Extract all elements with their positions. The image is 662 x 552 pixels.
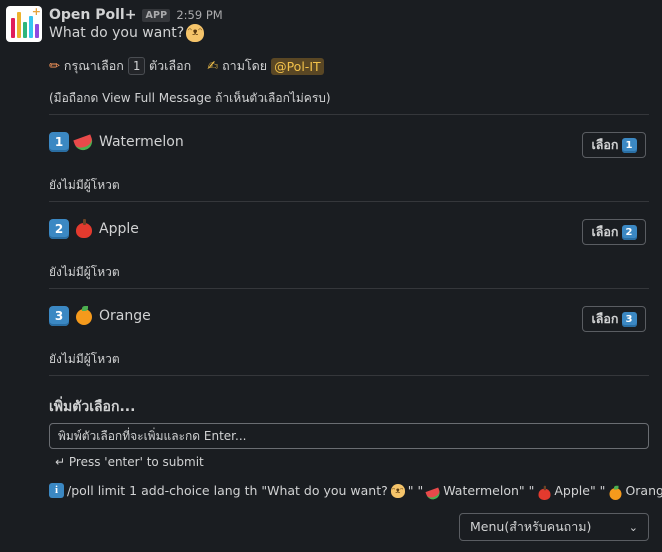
vote-button-2[interactable]: เลือก 2 (582, 219, 646, 245)
option-label: Apple (99, 221, 139, 237)
poll-question: What do you want? ᵔᴥᵔ (49, 24, 205, 42)
poll-meta: ✏ กรุณาเลือก 1 ตัวเลือก ✍ ถามโดย @Pol-IT (49, 56, 324, 76)
cat-icon: ᵔᴥᵔ (186, 24, 205, 42)
watermelon-icon (426, 485, 437, 496)
vote-button-1[interactable]: เลือก 1 (582, 132, 646, 158)
avatar-bar (23, 22, 27, 38)
divider (49, 201, 649, 202)
app-badge: APP (142, 8, 171, 22)
option-title: 2 Apple (49, 219, 139, 239)
mobile-hint: (มือถือกด View Full Message ถ้าเห็นตัวเล… (49, 91, 331, 105)
pencil-icon: ✏ (49, 58, 60, 74)
limit-value: 1 (127, 57, 146, 75)
chevron-down-icon: ⌄ (628, 520, 638, 534)
limit-prefix: กรุณาเลือก (63, 58, 124, 73)
add-choice-title: เพิ่มตัวเลือก... (49, 399, 136, 415)
avatar-bar (35, 24, 39, 38)
watermelon-icon (74, 132, 94, 152)
app-name[interactable]: Open Poll+ (49, 7, 136, 23)
user-mention[interactable]: @Pol-IT (271, 57, 324, 75)
divider (49, 114, 649, 115)
apple-icon (74, 219, 94, 239)
poll-menu-select[interactable]: Menu(สำหรับคนถาม) ⌄ (459, 513, 649, 541)
keycap-3-icon: 3 (49, 306, 69, 326)
orange-icon (74, 306, 94, 326)
plus-icon: + (31, 6, 41, 18)
poll-message: + Open Poll+ APP 2:59 PM What do you wan… (0, 0, 662, 552)
command-text: Orange" (625, 483, 662, 498)
command-text: /poll limit 1 add-choice lang th "What d… (67, 483, 388, 498)
option-label: Watermelon (99, 134, 184, 150)
menu-selected-label: Menu(สำหรับคนถาม) (470, 519, 592, 534)
vote-status: ยังไม่มีผู้โหวต (49, 352, 120, 366)
keycap-2-icon: 2 (621, 224, 637, 240)
command-text: " " (407, 483, 424, 498)
keycap-2-icon: 2 (49, 219, 69, 239)
apple-icon (537, 485, 551, 500)
avatar-bar (11, 18, 15, 38)
command-text: Watermelon" " (443, 483, 535, 498)
vote-status: ยังไม่มีผู้โหวต (49, 265, 120, 279)
info-icon: i (49, 483, 64, 498)
writing-hand-icon: ✍ (207, 58, 219, 74)
vote-button-label: เลือก (591, 137, 619, 152)
divider (49, 288, 649, 289)
command-text: Apple" " (554, 483, 606, 498)
keycap-1-icon: 1 (621, 137, 637, 153)
avatar-bar (29, 16, 33, 38)
divider (49, 375, 649, 376)
app-avatar[interactable]: + (6, 6, 42, 42)
vote-status: ยังไม่มีผู้โหวต (49, 178, 120, 192)
asked-by-label: ถามโดย (222, 58, 268, 73)
limit-suffix: ตัวเลือก (149, 58, 192, 73)
option-label: Orange (99, 308, 151, 324)
option-title: 1 Watermelon (49, 132, 184, 152)
vote-button-3[interactable]: เลือก 3 (582, 306, 646, 332)
keycap-3-icon: 3 (621, 311, 637, 327)
orange-icon (608, 485, 622, 500)
command-line: i /poll limit 1 add-choice lang th "What… (49, 483, 662, 500)
message-header: Open Poll+ APP 2:59 PM (49, 5, 223, 25)
submit-hint: ↵ Press 'enter' to submit (55, 455, 204, 469)
add-choice-input[interactable] (49, 423, 649, 449)
option-title: 3 Orange (49, 306, 151, 326)
cat-icon: ᵔᴥᵔ (390, 483, 405, 498)
avatar-bar (17, 12, 21, 38)
timestamp[interactable]: 2:59 PM (176, 8, 222, 22)
vote-button-label: เลือก (591, 311, 619, 326)
vote-button-label: เลือก (591, 224, 619, 239)
poll-question-text: What do you want? (49, 25, 185, 41)
keycap-1-icon: 1 (49, 132, 69, 152)
